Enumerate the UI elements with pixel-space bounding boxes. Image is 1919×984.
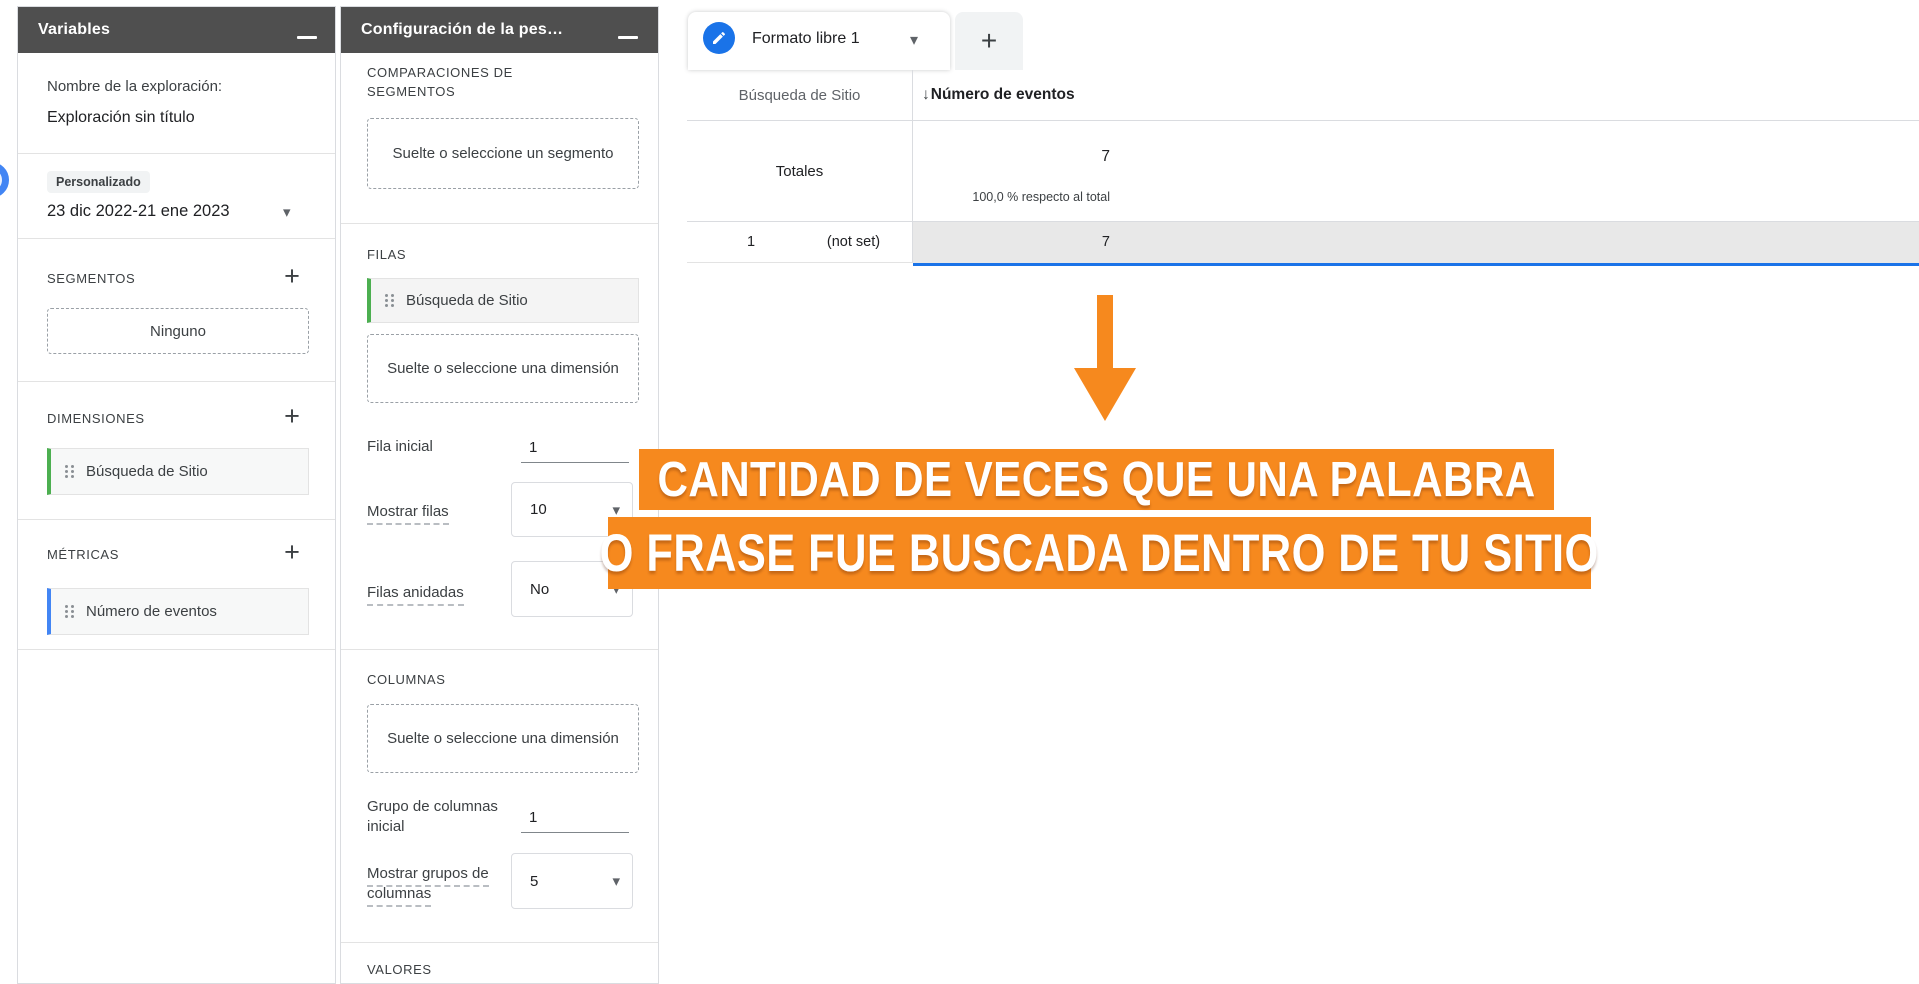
drag-handle-icon[interactable]	[65, 605, 74, 618]
divider	[18, 519, 335, 520]
columns-dropzone[interactable]: Suelte o seleccione una dimensión	[367, 704, 639, 773]
dimension-column-header[interactable]: Búsqueda de Sitio	[687, 70, 913, 120]
metrics-section-label: MÉTRICAS	[47, 547, 119, 562]
exploration-name-value[interactable]: Exploración sin título	[47, 108, 195, 128]
minimize-icon[interactable]	[618, 36, 638, 39]
show-rows-value: 10	[530, 501, 547, 518]
start-column-group-label: Grupo de columnas inicial	[367, 798, 498, 835]
variables-panel-header: Variables	[18, 7, 335, 53]
annotation-banner-line2: O FRASE FUE BUSCADA DENTRO DE TU SITIO	[600, 517, 1599, 589]
divider	[18, 649, 335, 650]
row-metric-cell-selected[interactable]: 7	[913, 222, 1919, 263]
edit-pencil-icon[interactable]	[703, 22, 735, 54]
rows-section-label: FILAS	[367, 247, 407, 262]
dimension-chip[interactable]: Búsqueda de Sitio	[47, 448, 309, 495]
tab-formato-libre[interactable]: Formato libre 1 ▾	[688, 12, 950, 70]
segment-comparisons-dropzone[interactable]: Suelte o seleccione un segmento	[367, 118, 639, 189]
caret-down-icon: ▾	[612, 873, 620, 890]
metric-column-header[interactable]: ↓ Número de eventos	[913, 70, 1075, 120]
segments-dropzone[interactable]: Ninguno	[47, 308, 309, 354]
show-rows-label: Mostrar filas	[367, 503, 449, 525]
tab-settings-panel-header: Configuración de la pes…	[341, 7, 658, 53]
add-metric-button[interactable]: +	[280, 539, 304, 566]
add-segment-button[interactable]: +	[280, 263, 304, 290]
metric-column-header-label: Número de eventos	[930, 86, 1075, 103]
caret-down-icon: ▾	[612, 501, 620, 519]
dimensions-section-label: DIMENSIONES	[47, 411, 145, 426]
metric-chip-label: Número de eventos	[86, 603, 217, 620]
row-index: 1	[747, 234, 756, 250]
segments-section-label: SEGMENTOS	[47, 271, 136, 286]
variables-panel: Variables Nombre de la exploración: Expl…	[17, 6, 336, 984]
dimension-chip-label: Búsqueda de Sitio	[86, 463, 208, 480]
tab-settings-panel-title: Configuración de la pes…	[361, 21, 564, 38]
selected-column-underline	[913, 263, 1919, 266]
metric-chip[interactable]: Número de eventos	[47, 588, 309, 635]
show-column-groups-label: Mostrar grupos de columnas	[367, 865, 489, 907]
nested-rows-label: Filas anidadas	[367, 584, 464, 606]
columns-section-label: COLUMNAS	[367, 672, 446, 687]
variables-panel-title: Variables	[38, 21, 111, 38]
row-metric-value: 7	[1101, 234, 1110, 250]
exploration-name-label: Nombre de la exploración:	[47, 78, 223, 95]
totals-value: 7	[1101, 148, 1110, 165]
start-row-input[interactable]: 1	[521, 435, 629, 463]
annotation-banner-line1: CANTIDAD DE VECES QUE UNA PALABRA	[639, 449, 1554, 510]
divider	[18, 381, 335, 382]
tab-label: Formato libre 1	[752, 30, 860, 47]
sort-descending-icon[interactable]: ↓	[922, 86, 930, 104]
row-dimension-value: (not set)	[826, 234, 881, 250]
totals-row: Totales 7 100,0 % respecto al total	[687, 121, 1919, 222]
minimize-icon[interactable]	[297, 36, 317, 39]
divider	[341, 649, 658, 650]
date-mode-badge: Personalizado	[47, 171, 150, 193]
annotation-text-line1: CANTIDAD DE VECES QUE UNA PALABRA	[657, 452, 1536, 507]
orange-down-arrow-icon	[1074, 295, 1136, 421]
drag-handle-icon[interactable]	[65, 465, 74, 478]
totals-percent: 100,0 % respecto al total	[972, 190, 1110, 204]
segment-comparisons-label: COMPARACIONES DE SEGMENTOS	[367, 65, 513, 99]
values-section-label: VALORES	[367, 962, 432, 977]
start-column-group-input[interactable]: 1	[521, 805, 629, 833]
annotation-text-line2: O FRASE FUE BUSCADA DENTRO DE TU SITIO	[599, 523, 1600, 583]
rows-dimension-chip-label: Búsqueda de Sitio	[406, 292, 528, 309]
divider	[341, 942, 658, 943]
add-tab-button[interactable]: +	[955, 12, 1023, 70]
totals-label-cell: Totales	[687, 121, 913, 221]
tab-settings-panel: Configuración de la pes… COMPARACIONES D…	[340, 6, 659, 984]
ga4-exploration-screen: Variables Nombre de la exploración: Expl…	[0, 0, 1919, 984]
add-dimension-button[interactable]: +	[280, 403, 304, 430]
divider	[341, 223, 658, 224]
date-range-value[interactable]: 23 dic 2022-21 ene 2023	[47, 201, 230, 221]
nested-rows-value: No	[530, 580, 550, 598]
rows-dropzone[interactable]: Suelte o seleccione una dimensión	[367, 334, 639, 403]
divider	[18, 238, 335, 239]
divider	[18, 153, 335, 154]
start-row-label: Fila inicial	[367, 438, 433, 455]
show-column-groups-select[interactable]: 5 ▾	[511, 853, 633, 909]
table-header-row: Búsqueda de Sitio ↓ Número de eventos	[687, 70, 1919, 121]
rows-dimension-chip[interactable]: Búsqueda de Sitio	[367, 278, 639, 323]
drag-handle-icon[interactable]	[385, 294, 394, 307]
row-dimension-cell[interactable]: 1 (not set)	[687, 222, 913, 263]
show-column-groups-value: 5	[530, 872, 539, 890]
tab-caret-down-icon[interactable]: ▾	[910, 30, 918, 50]
edge-floating-button[interactable]	[0, 162, 9, 198]
date-caret-down-icon[interactable]: ▾	[283, 203, 291, 221]
